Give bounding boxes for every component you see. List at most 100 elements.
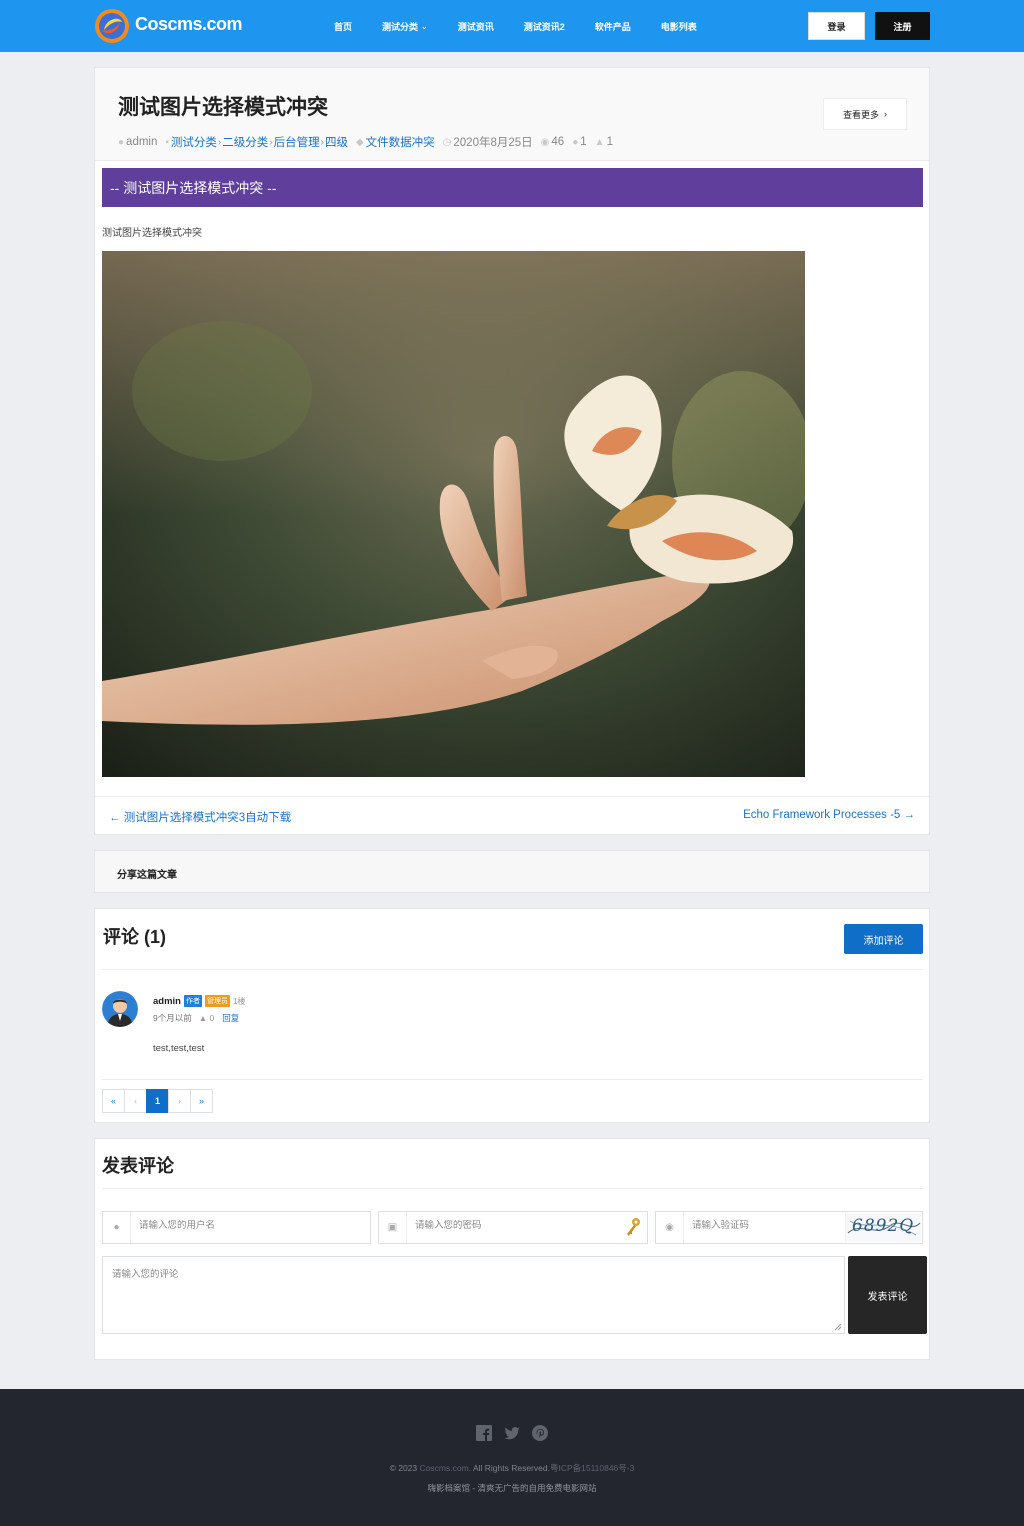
comment-floor: 1楼 [232, 996, 246, 1006]
copyright-rest: All Rights Reserved. [472, 1463, 550, 1473]
reply-link[interactable]: 回复 [222, 1012, 239, 1024]
meta-date: 2020年8月25日 [453, 137, 533, 149]
comments-section: 评论 (1) 添加评论 admin 作者 管理员 1楼 9个月以前 ▲ 0 回复… [94, 908, 930, 1123]
nav-item-test-category[interactable]: 测试分类 ⌄ [382, 20, 428, 33]
nav-item-movies[interactable]: 电影列表 [661, 20, 697, 33]
article-intro: 测试图片选择模式冲突 [102, 228, 202, 239]
eye-icon: ◉ [656, 1212, 684, 1243]
prev-article-title: 测试图片选择模式冲突3自动下载 [123, 812, 292, 824]
brand-name[interactable]: Coscms.com [135, 14, 243, 35]
admin-badge: 管理员 [204, 995, 230, 1007]
nav-label: 软件产品 [594, 22, 631, 32]
tag-icon: ◆ [355, 136, 364, 148]
captcha-field-wrapper: ◉ 6892Q [655, 1211, 923, 1244]
resize-handle-icon[interactable] [834, 1323, 842, 1331]
twitter-icon[interactable] [504, 1425, 520, 1441]
pager-current[interactable]: 1 [146, 1089, 169, 1113]
nav-item-test-news-2[interactable]: 测试资讯2 [524, 20, 565, 33]
comment-textarea[interactable] [103, 1257, 844, 1333]
captcha-text: 6892Q [852, 1216, 915, 1236]
register-button[interactable]: 注册 [875, 12, 930, 40]
post-comment-title: 发表评论 [102, 1156, 174, 1176]
pinterest-icon[interactable] [532, 1425, 548, 1441]
share-title: 分享这篇文章 [117, 870, 177, 881]
top-navbar: Coscms.com 首页 测试分类 ⌄ 测试资讯 测试资讯2 软件产品 电影列表… [0, 0, 1024, 52]
breadcrumb-separator-icon: › [217, 136, 222, 148]
user-icon: ● [118, 136, 125, 148]
divider [102, 969, 923, 970]
author-badge: 作者 [183, 995, 202, 1007]
copyright-site-link[interactable]: Coscms.com. [420, 1463, 471, 1473]
article-image [102, 251, 805, 777]
nav-item-software[interactable]: 软件产品 [595, 20, 631, 33]
footer-tagline: 嗨影档案馆 - 清爽无广告的自用免费电影网站 [427, 1483, 597, 1493]
login-button[interactable]: 登录 [808, 12, 865, 40]
meta-likes: 1 [606, 136, 613, 148]
nav-item-test-news[interactable]: 测试资讯 [458, 20, 494, 33]
pager-next[interactable]: › [168, 1089, 191, 1113]
comment-author-row: admin 作者 管理员 1楼 [153, 995, 245, 1007]
article-banner: -- 测试图片选择模式冲突 -- [102, 168, 923, 207]
social-links [476, 1425, 548, 1441]
main-nav: 首页 测试分类 ⌄ 测试资讯 测试资讯2 软件产品 电影列表 [334, 20, 727, 33]
meta-category-3[interactable]: 后台管理 [274, 134, 320, 150]
meta-tag[interactable]: 文件数据冲突 [366, 134, 435, 150]
facebook-icon[interactable] [476, 1425, 492, 1441]
meta-category-4[interactable]: 四级 [325, 134, 348, 150]
clock-icon: ◷ [442, 136, 452, 148]
thumbs-up-icon: ▲ [594, 136, 605, 148]
folder-icon: ▪ [165, 136, 169, 148]
site-footer: © 2023 Coscms.com. All Rights Reserved.粤… [0, 1389, 1024, 1526]
view-more-button[interactable]: 查看更多 › [823, 98, 907, 130]
username-field[interactable] [139, 1220, 339, 1231]
post-comment-section: 发表评论 ● ▣ ◉ 6892Q 发表评论 [94, 1138, 930, 1360]
username-field-wrapper: ● [102, 1211, 371, 1244]
comment-text: test,test,test [153, 1043, 205, 1054]
divider [102, 1079, 923, 1080]
comment-author[interactable]: admin [153, 996, 181, 1007]
captcha-image[interactable]: 6892Q [845, 1213, 921, 1242]
arrow-left-icon: ← [109, 812, 121, 824]
nav-label: 测试资讯2 [523, 22, 565, 32]
meta-category-1[interactable]: 测试分类 [171, 134, 217, 150]
meta-category-2[interactable]: 二级分类 [222, 134, 268, 150]
article-card: 测试图片选择模式冲突 查看更多 › ● admin ▪ 测试分类 › 二级分类 … [94, 67, 930, 835]
comment-textarea-wrapper [102, 1256, 845, 1334]
pager-first[interactable]: « [102, 1089, 125, 1113]
pager-prev[interactable]: ‹ [124, 1089, 147, 1113]
nav-item-home[interactable]: 首页 [334, 20, 352, 33]
captcha-field[interactable] [692, 1220, 832, 1231]
submit-comment-button[interactable]: 发表评论 [848, 1256, 927, 1334]
nav-label: 首页 [334, 22, 353, 32]
icp-link[interactable]: 粤ICP备15110846号-3 [550, 1463, 634, 1473]
password-field[interactable] [415, 1220, 615, 1231]
prev-article-link[interactable]: ← 测试图片选择模式冲突3自动下载 [109, 809, 291, 825]
article-meta: ● admin ▪ 测试分类 › 二级分类 › 后台管理 › 四级 ◆ 文件数据… [118, 134, 613, 150]
user-icon: ● [103, 1212, 131, 1243]
breadcrumb-separator-icon: › [269, 136, 273, 148]
password-field-wrapper: ▣ [378, 1211, 648, 1244]
chevron-right-icon: › [884, 109, 888, 119]
site-logo-icon[interactable] [94, 8, 130, 44]
avatar[interactable] [102, 991, 138, 1027]
comment-icon: ● [572, 136, 579, 148]
chevron-down-icon: ⌄ [421, 22, 428, 31]
meta-author[interactable]: admin [126, 136, 157, 148]
divider [102, 1188, 923, 1189]
thumbs-up-icon: ▲ [198, 1013, 208, 1023]
nav-label: 测试资讯 [457, 22, 494, 32]
add-comment-button[interactable]: 添加评论 [844, 924, 923, 954]
eye-icon: ◉ [540, 136, 550, 148]
key-icon[interactable] [624, 1217, 642, 1237]
comments-pager: « ‹ 1 › » [102, 1089, 213, 1113]
view-more-label: 查看更多 [842, 109, 879, 120]
comment-like-count: 0 [209, 1013, 215, 1023]
next-article-link[interactable]: Echo Framework Processes -5 → [743, 809, 915, 821]
copyright: © 2023 Coscms.com. All Rights Reserved.粤… [0, 1462, 1024, 1474]
comments-title: 评论 (1) [103, 927, 166, 947]
lock-icon: ▣ [379, 1212, 407, 1243]
pager-last[interactable]: » [190, 1089, 213, 1113]
nav-label: 测试分类 [382, 22, 419, 32]
article-pagination: ← 测试图片选择模式冲突3自动下载 Echo Framework Process… [95, 796, 929, 835]
comment-like-button[interactable]: ▲ 0 [199, 1013, 215, 1023]
